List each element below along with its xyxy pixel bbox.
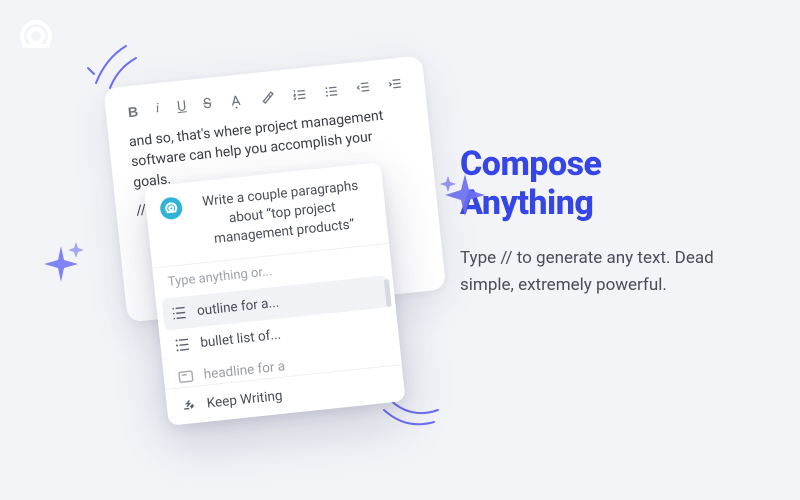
editor-card: B i U S and so, that's wher bbox=[103, 55, 446, 322]
bullet-list-icon bbox=[174, 336, 192, 354]
suggestion-label: outline for a... bbox=[196, 294, 280, 319]
prompt-text[interactable]: Write a couple paragraphs about “top pro… bbox=[191, 176, 374, 251]
keep-writing-label: Keep Writing bbox=[206, 387, 283, 411]
suggestion-label: bullet list of... bbox=[200, 326, 282, 350]
editor-stage: B i U S and so, that's wher bbox=[103, 55, 446, 322]
italic-button[interactable]: i bbox=[154, 101, 161, 117]
sparkle-decoration bbox=[36, 240, 86, 290]
indent-icon[interactable] bbox=[387, 76, 404, 93]
text-color-icon[interactable] bbox=[228, 92, 245, 109]
compose-popover: Write a couple paragraphs about “top pro… bbox=[144, 162, 406, 425]
headline-icon bbox=[177, 368, 195, 386]
compose-logo-icon bbox=[16, 16, 56, 56]
bullet-list-icon[interactable] bbox=[323, 82, 340, 99]
underline-button[interactable]: U bbox=[176, 98, 187, 115]
marketing-copy: Compose Anything Type // to generate any… bbox=[460, 145, 740, 298]
strikethrough-button[interactable]: S bbox=[202, 96, 212, 113]
compose-brand-icon bbox=[159, 196, 183, 220]
headline-line1: Compose bbox=[460, 144, 602, 184]
keep-writing-icon bbox=[180, 396, 198, 414]
subhead: Type // to generate any text. Dead simpl… bbox=[460, 245, 740, 298]
highlight-icon[interactable] bbox=[259, 89, 276, 106]
numbered-list-icon[interactable] bbox=[291, 86, 308, 103]
app-logo bbox=[14, 14, 58, 58]
outline-icon bbox=[170, 304, 188, 322]
headline-line2: Anything bbox=[460, 183, 593, 223]
bold-button[interactable]: B bbox=[127, 103, 139, 120]
headline: Compose Anything bbox=[460, 145, 740, 223]
outdent-icon[interactable] bbox=[355, 79, 372, 96]
